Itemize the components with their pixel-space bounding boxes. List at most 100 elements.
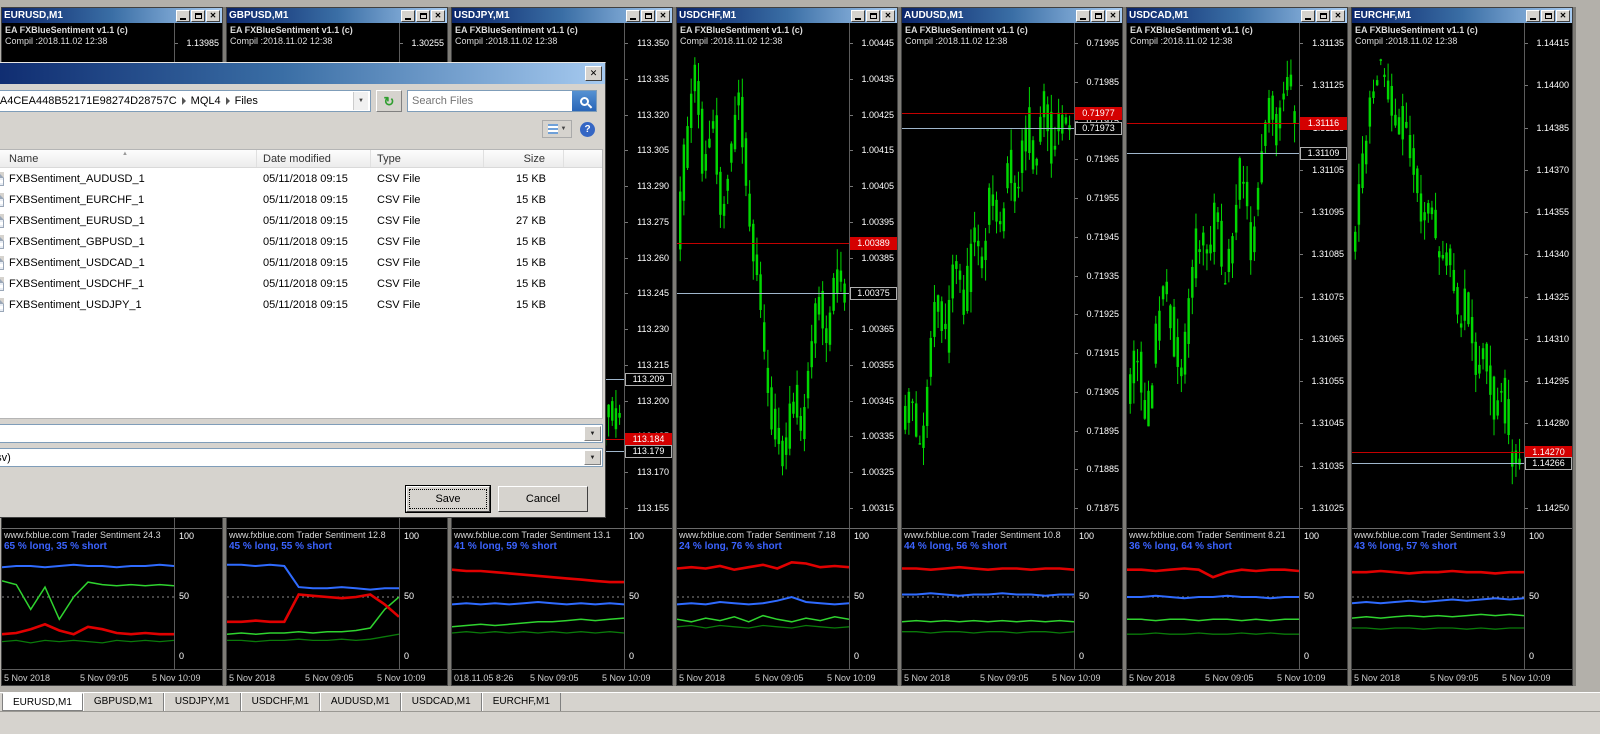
main-pane[interactable]: EA FXBlueSentiment v1.1 (c) Compil :2018… — [677, 23, 849, 528]
chart-titlebar[interactable]: EURUSD,M1 ✕ — [2, 8, 222, 23]
sentiment-pane[interactable]: www.fxblue.com Trader Sentiment 13.1 41 … — [452, 529, 624, 669]
ea-caption-line2: Compil :2018.11.02 12:38 — [1355, 36, 1457, 46]
file-type-combobox[interactable]: xt (*.csv) ▼ — [0, 448, 603, 467]
chart-area[interactable]: EA FXBlueSentiment v1.1 (c) Compil :2018… — [1127, 23, 1347, 685]
restore-button[interactable] — [1091, 10, 1105, 22]
chart-tab[interactable]: EURCHF,M1 — [482, 693, 561, 711]
file-row[interactable]: FXBSentiment_AUDUSD_1 05/11/2018 09:15 C… — [0, 168, 602, 189]
price-level-line[interactable] — [902, 128, 1074, 129]
minimize-button[interactable] — [851, 10, 865, 22]
close-button[interactable]: ✕ — [881, 10, 895, 22]
chart-titlebar[interactable]: USDCHF,M1 ✕ — [677, 8, 897, 23]
address-dropdown-button[interactable]: ▼ — [353, 92, 368, 110]
sentiment-scale-label: 50 — [854, 591, 864, 601]
file-row[interactable]: FXBSentiment_EURUSD_1 05/11/2018 09:15 C… — [0, 210, 602, 231]
column-header-type[interactable]: Type — [371, 150, 484, 167]
minimize-button[interactable] — [626, 10, 640, 22]
bid-price-line[interactable] — [677, 243, 849, 244]
minimize-button[interactable] — [401, 10, 415, 22]
close-button[interactable]: ✕ — [1106, 10, 1120, 22]
column-header-size[interactable]: Size — [484, 150, 564, 167]
restore-button[interactable] — [1316, 10, 1330, 22]
bid-price-line[interactable] — [902, 113, 1074, 114]
change-view-button[interactable]: ▼ — [542, 120, 572, 138]
close-button[interactable]: ✕ — [1331, 10, 1345, 22]
restore-button[interactable] — [191, 10, 205, 22]
price-scale[interactable]: 1.144151.144001.143851.143701.143551.143… — [1524, 23, 1572, 528]
minimize-button[interactable] — [176, 10, 190, 22]
minimize-button[interactable] — [1076, 10, 1090, 22]
save-button[interactable]: Save — [406, 486, 490, 512]
close-button[interactable]: ✕ — [431, 10, 445, 22]
main-pane[interactable]: EA FXBlueSentiment v1.1 (c) Compil :2018… — [902, 23, 1074, 528]
restore-button[interactable] — [416, 10, 430, 22]
price-scale[interactable]: 1.311351.311251.311151.311051.310951.310… — [1299, 23, 1347, 528]
file-row[interactable]: FXBSentiment_GBPUSD_1 05/11/2018 09:15 C… — [0, 231, 602, 252]
restore-icon — [1545, 13, 1552, 19]
restore-button[interactable] — [866, 10, 880, 22]
close-icon: ✕ — [1335, 12, 1342, 20]
file-row[interactable]: FXBSentiment_USDCAD_1 05/11/2018 09:15 C… — [0, 252, 602, 273]
close-button[interactable]: ✕ — [656, 10, 670, 22]
main-pane[interactable]: EA FXBlueSentiment v1.1 (c) Compil :2018… — [1127, 23, 1299, 528]
refresh-button[interactable]: ↻ — [376, 90, 402, 112]
file-row[interactable]: FXBSentiment_EURCHF_1 05/11/2018 09:15 C… — [0, 189, 602, 210]
help-button[interactable]: ? — [580, 122, 595, 137]
bid-price-line[interactable] — [1352, 452, 1524, 453]
price-scale[interactable]: 113.350113.335113.320113.305113.290113.2… — [624, 23, 672, 528]
breadcrumb-files[interactable]: Files — [232, 95, 261, 107]
column-header-date[interactable]: Date modified — [257, 150, 371, 167]
minimize-icon — [855, 18, 861, 20]
minimize-button[interactable] — [1526, 10, 1540, 22]
chart-tab[interactable]: GBPUSD,M1 — [83, 693, 164, 711]
chart-titlebar[interactable]: USDJPY,M1 ✕ — [452, 8, 672, 23]
sentiment-scale-label: 0 — [404, 651, 409, 661]
main-pane[interactable]: EA FXBlueSentiment v1.1 (c) Compil :2018… — [1352, 23, 1524, 528]
sentiment-pane[interactable]: www.fxblue.com Trader Sentiment 10.8 44 … — [902, 529, 1074, 669]
sentiment-pane[interactable]: www.fxblue.com Trader Sentiment 8.21 36 … — [1127, 529, 1299, 669]
price-scale[interactable]: 1.004451.004351.004251.004151.004051.003… — [849, 23, 897, 528]
bid-price-line[interactable] — [1127, 123, 1299, 124]
chart-titlebar[interactable]: EURCHF,M1 ✕ — [1352, 8, 1572, 23]
dialog-close-button[interactable]: ✕ — [585, 66, 602, 81]
sentiment-pane[interactable]: www.fxblue.com Trader Sentiment 12.8 45 … — [227, 529, 399, 669]
combo-dropdown-button[interactable]: ▼ — [584, 450, 601, 465]
sentiment-pane[interactable]: www.fxblue.com Trader Sentiment 7.18 24 … — [677, 529, 849, 669]
chart-tab[interactable]: AUDUSD,M1 — [320, 693, 401, 711]
chart-area[interactable]: EA FXBlueSentiment v1.1 (c) Compil :2018… — [902, 23, 1122, 685]
search-button[interactable] — [572, 91, 596, 111]
combo-dropdown-button[interactable]: ▼ — [584, 426, 601, 441]
chart-tab[interactable]: USDJPY,M1 — [164, 693, 241, 711]
restore-button[interactable] — [641, 10, 655, 22]
dialog-titlebar[interactable]: ✕ — [0, 63, 605, 84]
price-level-line[interactable] — [677, 293, 849, 294]
cancel-button[interactable]: Cancel — [498, 486, 588, 512]
file-row[interactable]: FXBSentiment_USDJPY_1 05/11/2018 09:15 C… — [0, 294, 602, 315]
chart-tab[interactable]: USDCHF,M1 — [241, 693, 320, 711]
column-header-name[interactable]: Name ▲ — [0, 150, 257, 167]
price-tick-label: 1.31085 — [1300, 249, 1347, 259]
chart-tab[interactable]: EURUSD,M1 — [2, 693, 83, 711]
sentiment-scale-label: 100 — [629, 531, 644, 541]
breadcrumb-mql4[interactable]: MQL4 — [188, 95, 224, 107]
address-folder-hash[interactable]: 9BEFA4CEA448B52171E98274D28757C — [0, 95, 180, 107]
price-level-line[interactable] — [1127, 153, 1299, 154]
price-scale[interactable]: 0.719950.719850.719750.719650.719550.719… — [1074, 23, 1122, 528]
chart-titlebar[interactable]: USDCAD,M1 ✕ — [1127, 8, 1347, 23]
sentiment-pane[interactable]: www.fxblue.com Trader Sentiment 3.9 43 %… — [1352, 529, 1524, 669]
restore-button[interactable] — [1541, 10, 1555, 22]
minimize-button[interactable] — [1301, 10, 1315, 22]
close-button[interactable]: ✕ — [1556, 10, 1570, 22]
chart-tab[interactable]: USDCAD,M1 — [401, 693, 482, 711]
chart-titlebar[interactable]: AUDUSD,M1 ✕ — [902, 8, 1122, 23]
address-bar[interactable]: 9BEFA4CEA448B52171E98274D28757C MQL4 Fil… — [0, 90, 371, 112]
chart-titlebar[interactable]: GBPUSD,M1 ✕ — [227, 8, 447, 23]
sentiment-pane[interactable]: www.fxblue.com Trader Sentiment 24.3 65 … — [2, 529, 174, 669]
price-level-line[interactable] — [1352, 463, 1524, 464]
file-name-combobox[interactable]: ▼ — [0, 424, 603, 443]
chart-area[interactable]: EA FXBlueSentiment v1.1 (c) Compil :2018… — [1352, 23, 1572, 685]
search-input[interactable] — [408, 95, 572, 107]
close-button[interactable]: ✕ — [206, 10, 220, 22]
chart-area[interactable]: EA FXBlueSentiment v1.1 (c) Compil :2018… — [677, 23, 897, 685]
file-row[interactable]: FXBSentiment_USDCHF_1 05/11/2018 09:15 C… — [0, 273, 602, 294]
